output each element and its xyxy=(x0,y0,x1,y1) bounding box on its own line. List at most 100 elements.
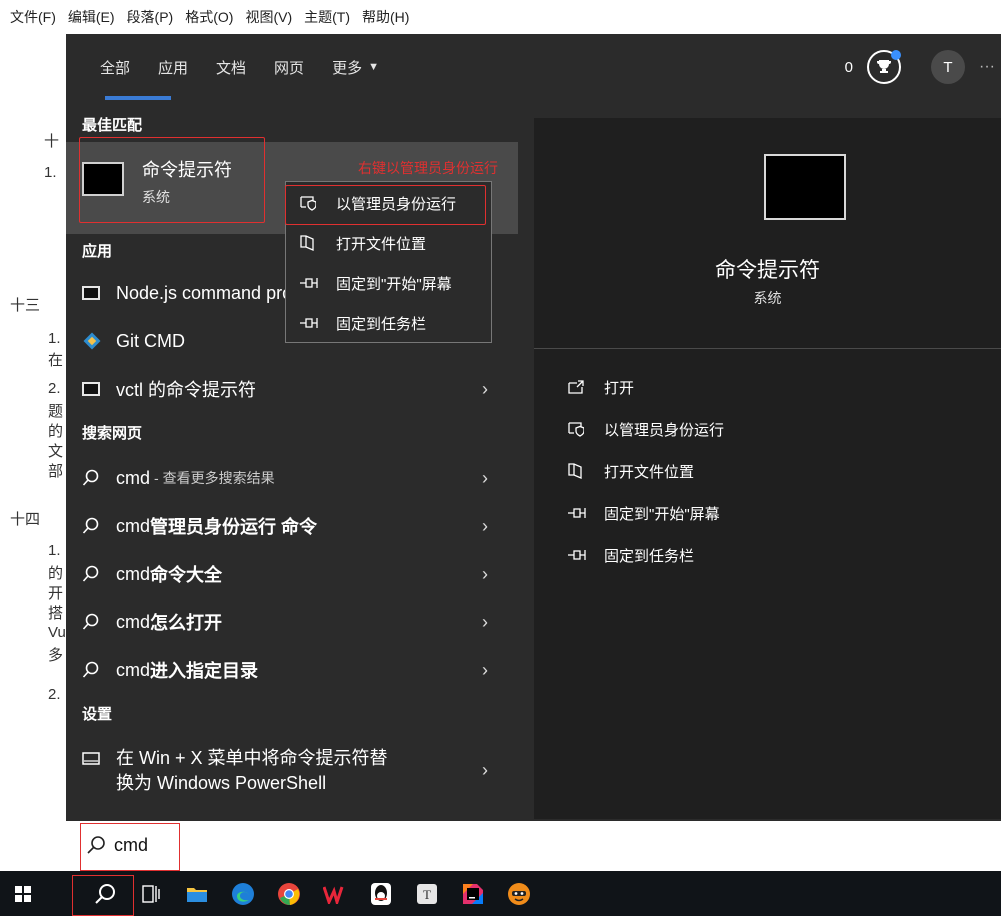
action-label: 以管理员身份运行 xyxy=(604,421,725,439)
action-label: 固定到任务栏 xyxy=(604,547,695,565)
web-item-suffix: 怎么打开 xyxy=(150,613,223,633)
ctx-open-file-location[interactable]: 打开文件位置 xyxy=(286,223,493,263)
wps-office-icon[interactable] xyxy=(312,871,358,916)
web-item-query: cmd xyxy=(116,659,151,680)
doc-text: 部 xyxy=(48,463,64,480)
web-item-suffix: 进入指定目录 xyxy=(150,661,259,681)
doc-text: 的 xyxy=(48,565,64,582)
notification-dot xyxy=(891,50,902,60)
intellij-idea-icon[interactable] xyxy=(450,871,496,916)
settings-item-line1: 在 Win + X 菜单中将命令提示符替 xyxy=(116,748,388,768)
chevron-right-icon[interactable]: › xyxy=(482,516,488,537)
action-run-as-admin[interactable]: 以管理员身份运行 xyxy=(568,414,724,444)
doc-text: 1. xyxy=(44,164,57,181)
app-item-vctl[interactable]: vctl 的命令提示符 › xyxy=(66,369,518,409)
action-pin-start[interactable]: 固定到"开始"屏幕 xyxy=(568,498,720,528)
web-item-query: cmd xyxy=(116,467,151,488)
action-label: 打开 xyxy=(604,379,635,397)
preview-subtitle: 系统 xyxy=(753,290,782,306)
more-options-icon[interactable]: ··· xyxy=(979,58,995,76)
chevron-right-icon[interactable]: › xyxy=(482,564,488,585)
web-item[interactable]: cmd 命令大全 › xyxy=(66,554,518,594)
menu-theme[interactable]: 主题(T) xyxy=(304,7,350,27)
edge-browser-icon[interactable] xyxy=(220,871,266,916)
highlight-box xyxy=(79,137,265,223)
mascot-app-icon[interactable] xyxy=(496,871,542,916)
doc-text: 在 xyxy=(48,352,64,369)
web-item[interactable]: cmd 进入指定目录 › xyxy=(66,650,518,690)
doc-text: 1. xyxy=(48,330,61,347)
tab-web-label: 网页 xyxy=(274,59,305,77)
doc-text: Vu xyxy=(48,624,66,641)
monitor-icon xyxy=(82,752,104,766)
chevron-right-icon[interactable]: › xyxy=(482,612,488,633)
task-view-icon[interactable] xyxy=(128,871,174,916)
section-best-match: 最佳匹配 xyxy=(82,117,143,134)
search-box[interactable]: cmd xyxy=(66,819,1001,871)
doc-text: 的 xyxy=(48,423,64,440)
doc-text: 十四 xyxy=(10,511,41,528)
tab-apps[interactable]: 应用 xyxy=(144,34,202,100)
tab-web[interactable]: 网页 xyxy=(260,34,318,100)
folder-location-icon xyxy=(300,235,322,251)
chevron-down-icon: ▼ xyxy=(368,61,379,73)
pin-icon xyxy=(300,317,322,329)
search-input[interactable]: cmd xyxy=(114,835,148,856)
action-label: 固定到"开始"屏幕 xyxy=(604,505,720,523)
rewards-count: 0 xyxy=(844,58,854,76)
web-item[interactable]: cmd 怎么打开 › xyxy=(66,602,518,642)
chevron-right-icon[interactable]: › xyxy=(482,760,488,781)
ctx-pin-start[interactable]: 固定到"开始"屏幕 xyxy=(286,263,493,303)
tab-documents[interactable]: 文档 xyxy=(202,34,260,100)
svg-text:T: T xyxy=(423,887,431,902)
menu-view[interactable]: 视图(V) xyxy=(245,7,292,27)
annotation-text: 右键以管理员身份运行 xyxy=(358,160,498,176)
tab-documents-label: 文档 xyxy=(216,59,247,77)
menu-format[interactable]: 格式(O) xyxy=(185,7,233,27)
section-settings: 设置 xyxy=(82,706,113,723)
windows-start-icon[interactable] xyxy=(0,871,46,916)
typora-icon[interactable]: T xyxy=(404,871,450,916)
pin-icon xyxy=(568,549,590,561)
ctx-label: 固定到"开始"屏幕 xyxy=(336,275,452,293)
tab-all-label: 全部 xyxy=(100,59,131,77)
chevron-right-icon[interactable]: › xyxy=(482,660,488,681)
command-prompt-icon xyxy=(764,154,846,220)
search-icon xyxy=(82,613,104,631)
chrome-browser-icon[interactable] xyxy=(266,871,312,916)
file-explorer-icon[interactable] xyxy=(174,871,220,916)
chevron-right-icon[interactable]: › xyxy=(482,468,488,489)
section-apps: 应用 xyxy=(82,243,113,260)
menu-file[interactable]: 文件(F) xyxy=(10,7,56,27)
web-item[interactable]: cmd 管理员身份运行 命令 › xyxy=(66,506,518,546)
search-icon xyxy=(82,661,104,679)
avatar[interactable]: T xyxy=(931,50,966,84)
action-open[interactable]: 打开 xyxy=(568,372,634,402)
chevron-right-icon[interactable]: › xyxy=(482,379,488,400)
doc-text: 十 xyxy=(44,133,60,150)
search-icon xyxy=(82,517,104,535)
web-item[interactable]: cmd - 查看更多搜索结果 › xyxy=(66,458,518,498)
preview-title: 命令提示符 xyxy=(715,259,820,282)
doc-text: 搭 xyxy=(48,605,64,622)
menu-edit[interactable]: 编辑(E) xyxy=(68,7,115,27)
ctx-pin-taskbar[interactable]: 固定到任务栏 xyxy=(286,303,493,343)
doc-text: 开 xyxy=(48,585,64,602)
web-item-query: cmd xyxy=(116,515,151,536)
rewards-trophy-icon[interactable] xyxy=(867,50,902,84)
app-label: Git CMD xyxy=(116,330,185,351)
menu-paragraph[interactable]: 段落(P) xyxy=(127,7,174,27)
search-tabs: 全部 应用 文档 网页 更多 ▼ 0 T ··· xyxy=(66,34,1001,100)
web-item-suffix: - 查看更多搜索结果 xyxy=(154,470,275,486)
action-pin-taskbar[interactable]: 固定到任务栏 xyxy=(568,540,694,570)
start-search-panel: 全部 应用 文档 网页 更多 ▼ 0 T ··· 最佳匹配 命令提示符 系统 应用… xyxy=(66,34,1001,819)
tab-more[interactable]: 更多 ▼ xyxy=(318,34,393,100)
doc-text: 1. xyxy=(48,542,61,559)
tab-all[interactable]: 全部 xyxy=(86,34,172,100)
action-open-file-location[interactable]: 打开文件位置 xyxy=(568,456,694,486)
action-label: 打开文件位置 xyxy=(604,463,695,481)
taskbar: T xyxy=(0,871,1001,916)
qq-icon[interactable] xyxy=(358,871,404,916)
menu-help[interactable]: 帮助(H) xyxy=(362,7,409,27)
settings-item[interactable]: 在 Win + X 菜单中将命令提示符替 换为 Windows PowerShe… xyxy=(66,740,518,802)
